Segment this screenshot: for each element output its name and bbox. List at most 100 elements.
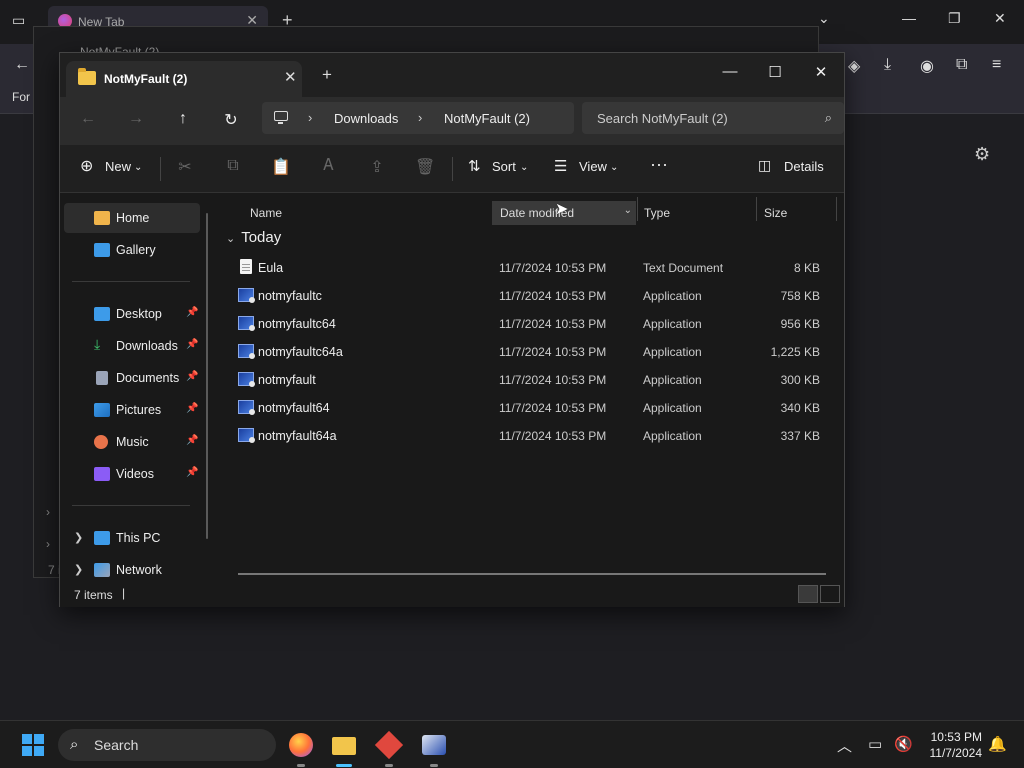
sidebar-item-desktop[interactable]: Desktop 📌 — [64, 299, 200, 329]
taskbar-app-sysinternals[interactable] — [420, 731, 448, 767]
application-icon — [238, 344, 255, 359]
file-row[interactable]: notmyfaultc64 11/7/2024 10:53 PM Applica… — [232, 309, 832, 337]
network-icon — [94, 563, 110, 577]
pin-icon[interactable]: 📌 — [186, 403, 198, 414]
restore-icon[interactable]: ❐ — [948, 10, 961, 27]
taskbar-app-firefox[interactable] — [287, 731, 315, 767]
back-icon[interactable]: ← — [76, 110, 100, 132]
this-pc-icon — [94, 531, 110, 545]
chevron-right-icon[interactable]: ❯ — [74, 531, 83, 544]
videos-icon — [94, 467, 110, 481]
breadcrumb-downloads[interactable]: Downloads — [334, 111, 398, 126]
close-window-icon[interactable]: ✕ — [994, 10, 1006, 27]
cut-icon[interactable]: ✂ — [175, 157, 195, 177]
copy-icon[interactable]: ⧉ — [223, 157, 243, 175]
file-row[interactable]: notmyfault 11/7/2024 10:53 PM Applicatio… — [232, 365, 832, 393]
sidebar-item-pictures[interactable]: Pictures 📌 — [64, 395, 200, 425]
sidebar-item-videos[interactable]: Videos 📌 — [64, 459, 200, 489]
downloads-icon: ⤓ — [94, 336, 101, 352]
details-button[interactable]: Details — [784, 159, 824, 174]
new-plus-icon: ⊕ — [80, 158, 94, 175]
application-icon — [238, 288, 255, 303]
maximize-icon[interactable]: ☐ — [763, 63, 787, 81]
taskbar-app-file-explorer[interactable] — [330, 731, 358, 767]
firefox-icon — [289, 733, 313, 757]
downloads-icon[interactable]: ⤓ — [884, 56, 891, 74]
minimize-icon[interactable]: — — [718, 63, 742, 80]
file-row[interactable]: notmyfault64 11/7/2024 10:53 PM Applicat… — [232, 393, 832, 421]
details-view-icon[interactable] — [798, 585, 818, 603]
extensions-icon[interactable]: ⧉ — [956, 56, 967, 74]
forward-icon[interactable]: → — [124, 110, 148, 132]
more-options-icon[interactable]: ··· — [650, 154, 668, 175]
pin-icon[interactable]: 📌 — [186, 307, 198, 318]
paste-icon[interactable]: 📋 — [271, 157, 291, 177]
tab-overflow-icon[interactable]: ⌄ — [818, 10, 830, 27]
file-row[interactable]: Eula 11/7/2024 10:53 PM Text Document 8 … — [232, 253, 832, 281]
account-icon[interactable]: ◉ — [920, 56, 934, 76]
chevron-down-icon[interactable]: ⌄ — [624, 205, 632, 216]
close-window-icon[interactable]: ✕ — [809, 63, 833, 81]
group-header-today[interactable]: ⌄ Today — [226, 229, 281, 246]
large-icons-view-icon[interactable] — [820, 585, 840, 603]
start-button[interactable] — [22, 734, 44, 756]
clock[interactable]: 10:53 PM 11/7/2024 — [922, 729, 983, 761]
share-icon[interactable]: ⇪ — [367, 157, 387, 177]
horizontal-scrollbar[interactable] — [238, 573, 826, 575]
sidebar-item-gallery[interactable]: Gallery — [64, 235, 200, 265]
breadcrumb-current-folder[interactable]: NotMyFault (2) — [444, 111, 530, 126]
pin-icon[interactable]: 📌 — [186, 339, 198, 350]
sidebar-scrollbar[interactable] — [206, 213, 208, 539]
address-bar[interactable]: › Downloads › NotMyFault (2) — [262, 102, 574, 134]
back-icon[interactable]: ← — [14, 56, 30, 74]
close-tab-icon[interactable]: ✕ — [284, 68, 297, 86]
sidebar-item-music[interactable]: Music 📌 — [64, 427, 200, 457]
pin-icon[interactable]: 📌 — [186, 435, 198, 446]
pin-icon[interactable]: 📌 — [186, 371, 198, 382]
minimize-icon[interactable]: — — [902, 10, 916, 26]
refresh-icon[interactable]: ↻ — [219, 110, 243, 132]
file-row[interactable]: notmyfaultc 11/7/2024 10:53 PM Applicati… — [232, 281, 832, 309]
rename-icon[interactable]: Ꭺ — [319, 157, 339, 175]
taskbar-search[interactable]: ⌕ Search — [58, 729, 276, 761]
pin-icon[interactable]: 📌 — [186, 467, 198, 478]
sidebar-item-home[interactable]: Home — [64, 203, 200, 233]
pocket-icon[interactable]: ◈ — [848, 56, 860, 76]
chevron-up-icon[interactable]: ︿ — [837, 735, 852, 756]
file-name: notmyfaultc64a — [258, 345, 343, 359]
status-bar: 7 items | — [60, 581, 844, 607]
column-header-type[interactable]: Type — [636, 201, 756, 225]
sort-button[interactable]: Sort — [492, 159, 516, 174]
menu-icon[interactable]: ≡ — [992, 56, 1001, 74]
explorer-tab[interactable]: NotMyFault (2) ✕ — [66, 61, 302, 97]
network-status-icon[interactable]: ▭ — [868, 735, 882, 753]
app-diamond-icon — [374, 730, 404, 760]
column-separator[interactable] — [836, 197, 837, 221]
chevron-down-icon[interactable]: ⌄ — [226, 233, 235, 245]
taskbar-app-tool[interactable] — [374, 730, 404, 767]
clock-date: 11/7/2024 — [929, 746, 983, 760]
search-input[interactable]: Search NotMyFault (2) ⌕ — [582, 102, 844, 134]
file-size: 300 KB — [780, 373, 820, 387]
tab-list-icon[interactable]: ▭ — [12, 12, 25, 29]
delete-icon[interactable]: 🗑 — [415, 157, 435, 177]
new-button[interactable]: New — [105, 159, 131, 174]
column-header-name[interactable]: Name — [242, 201, 490, 225]
view-button[interactable]: View — [579, 159, 607, 174]
file-type: Text Document — [643, 261, 724, 275]
chevron-right-icon[interactable]: ❯ — [74, 563, 83, 576]
up-icon[interactable]: ↑ — [171, 110, 195, 132]
new-tab-button[interactable]: + — [322, 65, 332, 85]
sidebar-item-documents[interactable]: Documents 📌 — [64, 363, 200, 393]
file-row[interactable]: notmyfault64a 11/7/2024 10:53 PM Applica… — [232, 421, 832, 449]
chevron-right-icon[interactable]: › — [308, 110, 312, 125]
chevron-right-icon[interactable]: › — [418, 110, 422, 125]
settings-gear-icon[interactable]: ⚙ — [974, 144, 990, 165]
column-header-size[interactable]: Size — [756, 201, 836, 225]
volume-muted-icon[interactable]: 🔇 — [894, 735, 913, 753]
file-name: notmyfaultc64 — [258, 317, 336, 331]
notification-bell-icon[interactable]: 🔔 — [988, 735, 1007, 753]
file-row[interactable]: notmyfaultc64a 11/7/2024 10:53 PM Applic… — [232, 337, 832, 365]
sidebar-item-this-pc[interactable]: ❯ This PC — [64, 523, 200, 553]
sidebar-item-downloads[interactable]: ⤓ Downloads 📌 — [64, 331, 200, 361]
